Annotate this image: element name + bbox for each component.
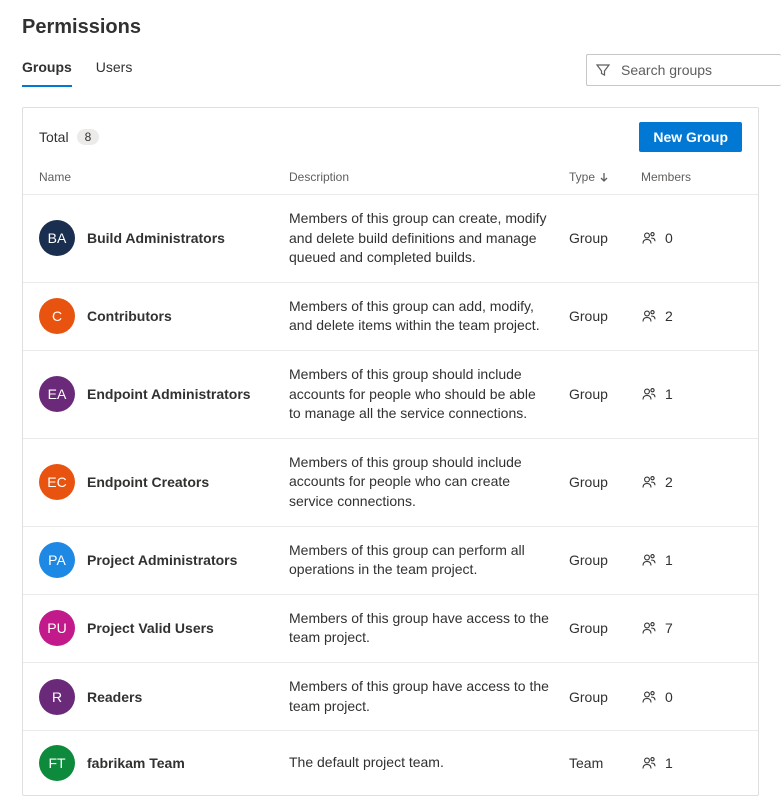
table-row[interactable]: PU Project Valid Users Members of this g… <box>23 595 758 663</box>
group-type: Group <box>569 308 641 324</box>
search-container <box>586 54 781 86</box>
people-icon <box>641 620 657 636</box>
group-name: Endpoint Creators <box>87 474 209 490</box>
total-count-pill: 8 <box>77 129 100 145</box>
members-cell: 7 <box>641 620 742 636</box>
people-icon <box>641 755 657 771</box>
group-description: Members of this group should include acc… <box>289 365 569 424</box>
tabs-bar: Groups Users <box>22 53 759 87</box>
group-name: fabrikam Team <box>87 755 185 771</box>
group-type: Group <box>569 552 641 568</box>
avatar: BA <box>39 220 75 256</box>
avatar: C <box>39 298 75 334</box>
table-header: Name Description Type Members <box>23 158 758 195</box>
table-row[interactable]: C Contributors Members of this group can… <box>23 283 758 351</box>
members-cell: 1 <box>641 552 742 568</box>
tab-groups[interactable]: Groups <box>22 53 72 87</box>
column-header-type-label: Type <box>569 170 595 184</box>
table-row[interactable]: EC Endpoint Creators Members of this gro… <box>23 439 758 527</box>
group-name: Project Valid Users <box>87 620 214 636</box>
members-count: 7 <box>665 620 673 636</box>
group-type: Team <box>569 755 641 771</box>
people-icon <box>641 386 657 402</box>
group-type: Group <box>569 689 641 705</box>
groups-card: Total 8 New Group Name Description Type … <box>22 107 759 796</box>
members-cell: 2 <box>641 308 742 324</box>
group-type: Group <box>569 474 641 490</box>
table-row[interactable]: BA Build Administrators Members of this … <box>23 195 758 283</box>
avatar: EC <box>39 464 75 500</box>
group-description: Members of this group can create, modify… <box>289 209 569 268</box>
tab-users[interactable]: Users <box>96 53 133 87</box>
members-count: 1 <box>665 386 673 402</box>
members-count: 1 <box>665 552 673 568</box>
table-row[interactable]: FT fabrikam Team The default project tea… <box>23 731 758 795</box>
members-cell: 1 <box>641 755 742 771</box>
group-name: Contributors <box>87 308 172 324</box>
avatar: EA <box>39 376 75 412</box>
members-count: 1 <box>665 755 673 771</box>
column-header-description[interactable]: Description <box>289 170 569 184</box>
people-icon <box>641 474 657 490</box>
group-description: Members of this group have access to the… <box>289 677 569 716</box>
avatar: PU <box>39 610 75 646</box>
filter-icon <box>595 62 611 78</box>
group-name: Project Administrators <box>87 552 237 568</box>
avatar: FT <box>39 745 75 781</box>
avatar: PA <box>39 542 75 578</box>
group-description: Members of this group can add, modify, a… <box>289 297 569 336</box>
members-cell: 0 <box>641 230 742 246</box>
column-header-members[interactable]: Members <box>641 170 742 184</box>
group-description: The default project team. <box>289 753 569 773</box>
group-type: Group <box>569 620 641 636</box>
group-name: Build Administrators <box>87 230 225 246</box>
people-icon <box>641 689 657 705</box>
table-row[interactable]: PA Project Administrators Members of thi… <box>23 527 758 595</box>
group-name: Endpoint Administrators <box>87 386 251 402</box>
people-icon <box>641 230 657 246</box>
avatar: R <box>39 679 75 715</box>
search-input[interactable] <box>619 61 773 79</box>
members-count: 0 <box>665 230 673 246</box>
members-count: 2 <box>665 308 673 324</box>
people-icon <box>641 308 657 324</box>
members-cell: 0 <box>641 689 742 705</box>
table-row[interactable]: R Readers Members of this group have acc… <box>23 663 758 731</box>
new-group-button[interactable]: New Group <box>639 122 742 152</box>
members-count: 0 <box>665 689 673 705</box>
group-type: Group <box>569 230 641 246</box>
group-type: Group <box>569 386 641 402</box>
total-label: Total <box>39 129 69 145</box>
table-row[interactable]: EA Endpoint Administrators Members of th… <box>23 351 758 439</box>
column-header-type[interactable]: Type <box>569 170 641 184</box>
members-count: 2 <box>665 474 673 490</box>
column-header-name[interactable]: Name <box>39 170 289 184</box>
sort-down-icon <box>599 172 609 182</box>
group-description: Members of this group can perform all op… <box>289 541 569 580</box>
group-description: Members of this group have access to the… <box>289 609 569 648</box>
members-cell: 2 <box>641 474 742 490</box>
group-name: Readers <box>87 689 142 705</box>
page-title: Permissions <box>22 16 759 39</box>
people-icon <box>641 552 657 568</box>
members-cell: 1 <box>641 386 742 402</box>
group-description: Members of this group should include acc… <box>289 453 569 512</box>
